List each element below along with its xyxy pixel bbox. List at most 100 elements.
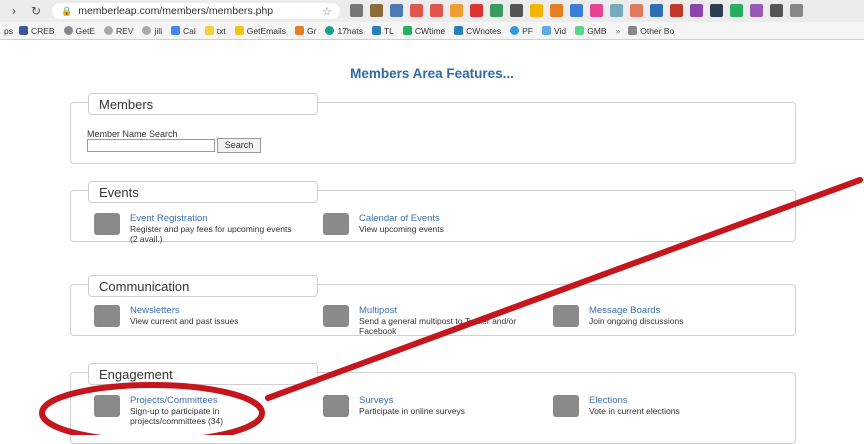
bookmark-item[interactable]: TL bbox=[371, 26, 394, 36]
bookmark-icon bbox=[103, 26, 113, 35]
extension-icon[interactable] bbox=[450, 4, 463, 17]
events-panel: Events Event Registration Register and p… bbox=[70, 181, 796, 244]
item-link[interactable]: Projects/Committees bbox=[130, 395, 223, 406]
item-link[interactable]: Newsletters bbox=[130, 305, 239, 316]
text-icon bbox=[204, 26, 214, 35]
address-bar[interactable]: 🔒 memberleap.com/members/members.php ☆ bbox=[52, 3, 340, 19]
bookmark-icon bbox=[510, 26, 520, 35]
extension-icon[interactable] bbox=[650, 4, 663, 17]
multipost-item[interactable]: Multipost Send a general multipost to Tw… bbox=[323, 305, 516, 336]
extension-icon[interactable] bbox=[350, 4, 363, 17]
folder-icon bbox=[628, 26, 638, 35]
registration-icon bbox=[94, 213, 120, 235]
projects-committees-item[interactable]: Projects/Committees Sign-up to participa… bbox=[94, 395, 223, 426]
video-icon bbox=[541, 26, 551, 35]
search-label: Member Name Search bbox=[87, 129, 178, 139]
bookmark-folder[interactable]: Other Bo bbox=[628, 26, 674, 36]
calendar-of-events-item[interactable]: Calendar of Events View upcoming events bbox=[323, 213, 444, 235]
bookmark-icon bbox=[63, 26, 73, 35]
bookmark-star-icon[interactable]: ☆ bbox=[322, 5, 332, 18]
sheet-icon bbox=[402, 26, 412, 35]
section-heading: Engagement bbox=[88, 363, 318, 385]
extension-icon[interactable] bbox=[690, 4, 703, 17]
item-link[interactable]: Surveys bbox=[359, 395, 465, 406]
newsletter-icon bbox=[94, 305, 120, 327]
multipost-icon bbox=[323, 305, 349, 327]
item-link[interactable]: Calendar of Events bbox=[359, 213, 444, 224]
chart-icon bbox=[575, 26, 585, 35]
extension-icon[interactable] bbox=[530, 4, 543, 17]
bookmark-icon bbox=[325, 26, 335, 35]
extension-icon[interactable] bbox=[470, 4, 483, 17]
back-icon[interactable]: › bbox=[6, 3, 22, 19]
ballot-box-icon bbox=[553, 395, 579, 417]
bookmark-item[interactable]: txt bbox=[204, 26, 226, 36]
bookmark-item[interactable]: PF bbox=[510, 26, 533, 36]
extension-icon[interactable] bbox=[790, 4, 803, 17]
engagement-panel: Engagement Projects/Committees Sign-up t… bbox=[70, 363, 796, 444]
apps-icon[interactable]: ps bbox=[4, 26, 13, 36]
bookmark-item[interactable]: GetEmails bbox=[234, 26, 286, 36]
search-button[interactable]: Search bbox=[217, 138, 261, 153]
bookmark-item[interactable]: CWnotes bbox=[454, 26, 501, 36]
members-panel: Members Member Name Search Search bbox=[70, 93, 796, 164]
item-link[interactable]: Event Registration bbox=[130, 213, 292, 224]
extension-icon[interactable] bbox=[590, 4, 603, 17]
email-icon bbox=[234, 26, 244, 35]
extension-icon[interactable] bbox=[490, 4, 503, 17]
doc-icon bbox=[454, 26, 464, 35]
bookmark-item[interactable]: GetE bbox=[63, 26, 95, 36]
item-link[interactable]: Message Boards bbox=[589, 305, 684, 316]
trello-icon bbox=[371, 26, 381, 35]
extension-icon[interactable] bbox=[570, 4, 583, 17]
newsletters-item[interactable]: Newsletters View current and past issues bbox=[94, 305, 239, 327]
calendar-icon bbox=[171, 26, 181, 35]
lock-icon: 🔒 bbox=[61, 5, 73, 16]
member-search-input[interactable] bbox=[87, 139, 215, 152]
extension-icon[interactable] bbox=[750, 4, 763, 17]
extension-icon[interactable] bbox=[370, 4, 383, 17]
section-heading: Members bbox=[88, 93, 318, 115]
bookmark-item[interactable]: GMB bbox=[575, 26, 607, 36]
elections-item[interactable]: Elections Vote in current elections bbox=[553, 395, 680, 417]
communication-panel: Communication Newsletters View current a… bbox=[70, 275, 796, 336]
item-link[interactable]: Multipost bbox=[359, 305, 516, 316]
bookmark-item[interactable]: Vid bbox=[541, 26, 566, 36]
extension-icon[interactable] bbox=[770, 4, 783, 17]
event-registration-item[interactable]: Event Registration Register and pay fees… bbox=[94, 213, 292, 244]
surveys-item[interactable]: Surveys Participate in online surveys bbox=[323, 395, 465, 417]
survey-icon bbox=[323, 395, 349, 417]
bookmarks-bar: ps CREB GetE REV jill Cal txt GetEmails … bbox=[0, 22, 864, 40]
bookmark-item[interactable]: REV bbox=[103, 26, 133, 36]
bookmark-icon bbox=[142, 26, 152, 35]
bookmark-item[interactable]: jill bbox=[142, 26, 162, 36]
extension-icon[interactable] bbox=[710, 4, 723, 17]
page-title: Members Area Features... bbox=[350, 66, 514, 81]
url-text: memberleap.com/members/members.php bbox=[78, 5, 274, 17]
extension-icon[interactable] bbox=[410, 4, 423, 17]
extension-icons bbox=[350, 4, 803, 18]
bookmark-item[interactable]: CREB bbox=[18, 26, 55, 36]
extension-icon[interactable] bbox=[670, 4, 683, 17]
bookmark-icon bbox=[295, 26, 304, 35]
section-heading: Communication bbox=[88, 275, 318, 297]
message-board-icon bbox=[553, 305, 579, 327]
extension-icon[interactable] bbox=[390, 4, 403, 17]
extension-icon[interactable] bbox=[730, 4, 743, 17]
bookmark-item[interactable]: Cal bbox=[171, 26, 196, 36]
bookmark-item[interactable]: Gr bbox=[295, 26, 316, 36]
extension-icon[interactable] bbox=[510, 4, 523, 17]
more-bookmarks-icon[interactable]: » bbox=[616, 26, 621, 36]
reload-icon[interactable]: ↻ bbox=[28, 3, 44, 19]
extension-icon[interactable] bbox=[550, 4, 563, 17]
bookmark-item[interactable]: 17hats bbox=[325, 26, 363, 36]
calendar-icon bbox=[323, 213, 349, 235]
facebook-icon bbox=[18, 26, 28, 35]
message-boards-item[interactable]: Message Boards Join ongoing discussions bbox=[553, 305, 684, 327]
bookmark-item[interactable]: CWtime bbox=[402, 26, 445, 36]
item-link[interactable]: Elections bbox=[589, 395, 680, 406]
extension-icon[interactable] bbox=[430, 4, 443, 17]
group-icon bbox=[94, 395, 120, 417]
extension-icon[interactable] bbox=[610, 4, 623, 17]
extension-icon[interactable] bbox=[630, 4, 643, 17]
